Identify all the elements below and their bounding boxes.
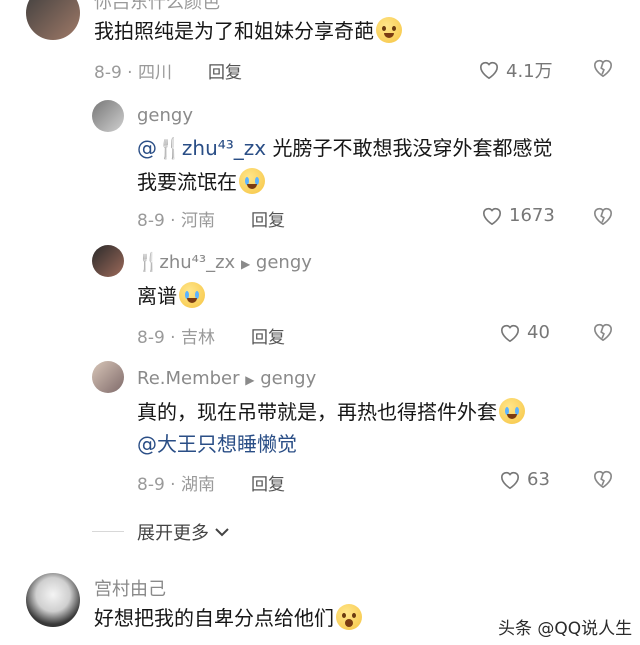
reply-3-like-count: 63: [527, 469, 550, 490]
watermark: 头条 @QQ说人生: [498, 619, 633, 639]
top-comment-location: 四川: [138, 63, 172, 83]
top-comment-reply-button[interactable]: 回复: [208, 58, 242, 83]
reply-2-reply-button[interactable]: 回复: [251, 323, 285, 348]
heart-icon: [479, 61, 499, 80]
reply-1-meta: 8-9 · 河南: [137, 211, 215, 231]
reply-2-like-count: 40: [527, 322, 550, 343]
reply-1-date: 8-9: [137, 211, 165, 231]
top-comment-text: 我拍照纯是为了和姐妹分享奇葩: [94, 14, 402, 48]
crying-emoji-icon: [239, 168, 265, 194]
reply-3-avatar[interactable]: [92, 361, 124, 393]
top-comment-like-button[interactable]: 4.1万: [478, 57, 553, 83]
dislike-heart-icon[interactable]: [592, 58, 614, 78]
reply-2-date: 8-9: [137, 328, 165, 348]
reply-2-text-content: 离谱: [137, 284, 177, 308]
reply-3-date: 8-9: [137, 475, 165, 495]
reply-1-reply-button[interactable]: 回复: [251, 206, 285, 231]
expand-divider: [92, 531, 124, 532]
bottom-comment-username[interactable]: 宫村由己: [94, 575, 166, 601]
reply-1-username[interactable]: gengy: [137, 105, 193, 126]
reply-1-avatar[interactable]: [92, 100, 124, 132]
reply-3-target[interactable]: gengy: [260, 368, 316, 389]
reply-1-line2: 我要流氓在: [137, 170, 237, 194]
crying-emoji-icon: [499, 398, 525, 424]
reply-3-reply-button[interactable]: 回复: [251, 470, 285, 495]
reply-2-location: 吉林: [181, 328, 215, 348]
reply-3-meta: 8-9 · 湖南: [137, 475, 215, 495]
dislike-heart-icon[interactable]: [592, 206, 614, 226]
smirk-emoji-icon: [376, 17, 402, 43]
reply-3-mention[interactable]: @大王只想睡懒觉: [137, 427, 297, 461]
reply-1-text-line1: @🍴zhu⁴³_zx 光膀子不敢想我没穿外套都感觉: [137, 131, 552, 165]
top-comment-date: 8-9: [94, 63, 122, 83]
reply-3-location: 湖南: [181, 475, 215, 495]
fearful-emoji-icon: [336, 604, 362, 630]
reply-arrow-icon: ▶: [240, 257, 251, 271]
reply-3-username[interactable]: Re.Member: [137, 368, 240, 389]
reply-3-line1: 真的，现在吊带就是，再热也得搭件外套: [137, 400, 497, 424]
chevron-down-icon: [215, 528, 229, 537]
top-comment-meta: 8-9 · 四川: [94, 63, 172, 83]
expand-more-button[interactable]: 展开更多: [137, 519, 229, 545]
bottom-comment-text: 好想把我的自卑分点给他们: [94, 601, 362, 635]
reply-2-meta: 8-9 · 吉林: [137, 328, 215, 348]
top-comment-avatar[interactable]: [26, 0, 80, 40]
reply-1-like-button[interactable]: 1673: [481, 205, 555, 226]
reply-1-location: 河南: [181, 211, 215, 231]
expand-more-label: 展开更多: [137, 523, 209, 544]
reply-2-username[interactable]: 🍴zhu⁴³_zx: [137, 252, 235, 273]
reply-2-like-button[interactable]: 40: [499, 322, 550, 343]
reply-2-avatar[interactable]: [92, 245, 124, 277]
dislike-heart-icon[interactable]: [592, 469, 614, 489]
dislike-heart-icon[interactable]: [592, 322, 614, 342]
heart-icon: [482, 207, 502, 225]
reply-1-text-line2: 我要流氓在: [137, 165, 265, 199]
top-comment-text-content: 我拍照纯是为了和姐妹分享奇葩: [94, 19, 374, 43]
crying-laugh-emoji-icon: [179, 282, 205, 308]
bottom-comment-text-content: 好想把我的自卑分点给他们: [94, 606, 334, 630]
reply-1-like-count: 1673: [509, 205, 555, 226]
bottom-comment-avatar[interactable]: [26, 573, 80, 627]
reply-1-mention[interactable]: @🍴zhu⁴³_zx: [137, 136, 266, 160]
top-comment-username[interactable]: 你吕东什么颜色: [94, 0, 220, 14]
reply-3-text-line1: 真的，现在吊带就是，再热也得搭件外套: [137, 395, 525, 429]
heart-icon: [500, 471, 520, 489]
heart-icon: [500, 324, 520, 342]
reply-2-header: 🍴zhu⁴³_zx ▶ gengy: [137, 252, 312, 273]
reply-2-text: 离谱: [137, 279, 205, 313]
reply-3-like-button[interactable]: 63: [499, 469, 550, 490]
reply-1-line1: 光膀子不敢想我没穿外套都感觉: [272, 136, 553, 160]
reply-arrow-icon: ▶: [245, 373, 255, 387]
top-comment-like-count: 4.1万: [506, 61, 553, 82]
reply-2-target[interactable]: gengy: [256, 252, 312, 273]
reply-3-header: Re.Member ▶ gengy: [137, 368, 316, 389]
